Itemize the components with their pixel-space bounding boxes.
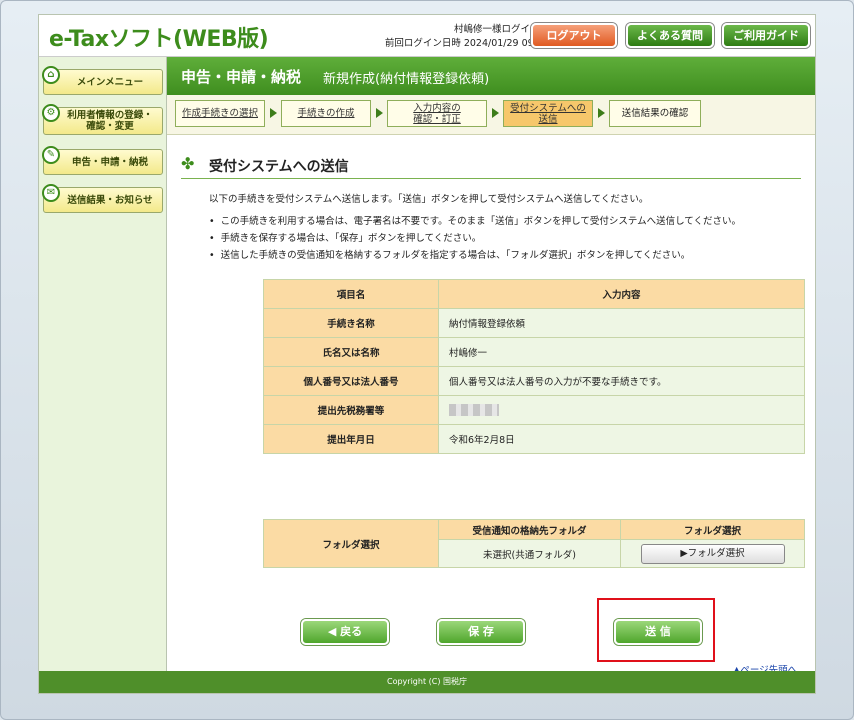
info-table: 項目名 入力内容 手続き名称 納付情報登録依頼 氏名又は名称 村嶋修一 個人番号… (263, 279, 805, 454)
page-title: 申告・申請・納税 (181, 68, 302, 86)
sidebar-item-label: 送信結果・お知らせ (67, 194, 153, 206)
page-container: e-Taxソフト(WEB版) 村嶋修一様ログイン中 前回ログイン日時 2024/… (38, 14, 816, 694)
document-icon: ✎ (42, 146, 60, 164)
instruction-list: この手続きを利用する場合は、電子署名は不要です。そのまま「送信」ボタンを押して受… (209, 213, 741, 264)
login-user: 村嶋修一様ログイン中 (453, 24, 549, 35)
step-arrow-icon (492, 108, 499, 118)
save-button[interactable]: 保 存 (437, 619, 525, 645)
row-value: 個人番号又は法人番号の入力が不要な手続きです。 (438, 366, 805, 396)
row-label: 提出年月日 (263, 424, 439, 454)
step-select-procedure[interactable]: 作成手続きの選択 (175, 100, 265, 127)
table-row: 個人番号又は法人番号 個人番号又は法人番号の入力が不要な手続きです。 (263, 366, 805, 396)
mail-icon: ✉ (42, 184, 60, 202)
back-button[interactable]: ◀ 戻る (301, 619, 389, 645)
row-value (438, 395, 805, 425)
redacted-value (449, 404, 499, 416)
list-item: 送信した手続きの受信通知を格納するフォルダを指定する場合は、「フォルダ選択」ボタ… (209, 247, 741, 264)
gear-icon: ⚙ (42, 104, 60, 122)
row-value: 令和6年2月8日 (438, 424, 805, 454)
sidebar-item-label: メインメニュー (76, 76, 144, 88)
clover-icon: ✤ (181, 154, 195, 173)
back-arrow-icon: ◀ (327, 625, 341, 638)
logout-button[interactable]: ログアウト (531, 23, 617, 48)
row-label: 個人番号又は法人番号 (263, 366, 439, 396)
table-row: 提出年月日 令和6年2月8日 (263, 424, 805, 454)
folder-button-cell: ▶フォルダ選択 (620, 539, 805, 568)
play-icon: ▶ (680, 547, 688, 559)
step-arrow-icon (376, 108, 383, 118)
folder-select-button[interactable]: ▶フォルダ選択 (640, 543, 785, 564)
guide-button[interactable]: ご利用ガイド (722, 23, 810, 48)
column-header: フォルダ選択 (620, 519, 805, 540)
step-progress: 作成手続きの選択 手続きの作成 入力内容の 確認・訂正 受付システムへの 送信 … (167, 95, 815, 135)
sidebar-item-user-info[interactable]: ⚙ 利用者情報の登録・ 確認・変更 (42, 104, 163, 135)
row-label: 手続き名称 (263, 308, 439, 338)
table-row: 手続き名称 納付情報登録依頼 (263, 308, 805, 338)
home-icon: ⌂ (42, 66, 60, 84)
faq-button[interactable]: よくある質問 (626, 23, 714, 48)
main-content: 申告・申請・納税 新規作成(納付情報登録依頼) 作成手続きの選択 手続きの作成 … (167, 57, 815, 676)
column-header: 受信通知の格納先フォルダ (438, 519, 621, 540)
step-check-result: 送信結果の確認 (609, 100, 701, 127)
table-row: 提出先税務署等 (263, 395, 805, 425)
section-header: ✤ 受付システムへの送信 (181, 153, 801, 179)
sidebar-item-label: 利用者情報の登録・ 確認・変更 (67, 110, 153, 132)
step-confirm-input[interactable]: 入力内容の 確認・訂正 (387, 100, 487, 127)
sidebar: ⌂ メインメニュー ⚙ 利用者情報の登録・ 確認・変更 ✎ 申告・申請・納税 ✉… (39, 57, 167, 671)
table-row: 氏名又は名称 村嶋修一 (263, 337, 805, 367)
row-value: 村嶋修一 (438, 337, 805, 367)
step-create-procedure[interactable]: 手続きの作成 (281, 100, 371, 127)
header: e-Taxソフト(WEB版) 村嶋修一様ログイン中 前回ログイン日時 2024/… (39, 15, 815, 57)
last-login: 前回ログイン日時 2024/01/29 09:34 (384, 38, 549, 49)
table-header-row: 項目名 入力内容 (263, 279, 805, 309)
highlight-box (597, 598, 715, 662)
sidebar-item-declaration[interactable]: ✎ 申告・申請・納税 (42, 146, 163, 175)
step-arrow-icon (270, 108, 277, 118)
page-subtitle: 新規作成(納付情報登録依頼) (323, 72, 490, 87)
sidebar-item-results[interactable]: ✉ 送信結果・お知らせ (42, 184, 163, 213)
sidebar-item-label: 申告・申請・納税 (71, 156, 148, 168)
step-arrow-icon (598, 108, 605, 118)
table-row: フォルダ選択 受信通知の格納先フォルダ フォルダ選択 (263, 519, 805, 568)
row-label: 氏名又は名称 (263, 337, 439, 367)
folder-table: フォルダ選択 受信通知の格納先フォルダ フォルダ選択 未選択(共通フォルダ) ▶… (263, 519, 805, 568)
step-send-current: 受付システムへの 送信 (503, 100, 593, 127)
folder-value: 未選択(共通フォルダ) (438, 539, 621, 568)
user-info: 村嶋修一様ログイン中 前回ログイン日時 2024/01/29 09:34 (339, 23, 549, 51)
sidebar-item-main-menu[interactable]: ⌂ メインメニュー (42, 66, 163, 95)
column-header: 入力内容 (438, 279, 805, 309)
footer: Copyright (C) 国税庁 (39, 671, 815, 693)
row-value: 納付情報登録依頼 (438, 308, 805, 338)
intro-text: 以下の手続きを受付システムへ送信します。「送信」ボタンを押して受付システムへ送信… (209, 194, 649, 205)
column-header: 項目名 (263, 279, 439, 309)
folder-row-label: フォルダ選択 (263, 519, 439, 568)
section-title: 受付システムへの送信 (209, 159, 349, 175)
row-label: 提出先税務署等 (263, 395, 439, 425)
app-logo: e-Taxソフト(WEB版) (49, 27, 269, 52)
list-item: 手続きを保存する場合は、「保存」ボタンを押してください。 (209, 230, 741, 247)
page-title-bar: 申告・申請・納税 新規作成(納付情報登録依頼) (167, 57, 815, 95)
list-item: この手続きを利用する場合は、電子署名は不要です。そのまま「送信」ボタンを押して受… (209, 213, 741, 230)
